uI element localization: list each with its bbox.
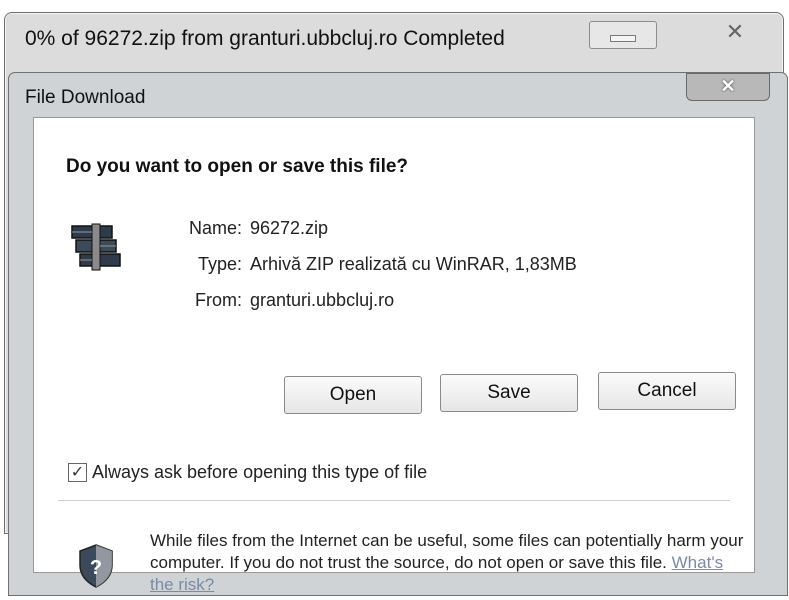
always-ask-checkbox[interactable]: ✓: [68, 463, 87, 482]
warning-text: While files from the Internet can be use…: [150, 531, 744, 572]
from-value: granturi.ubbcluj.ro: [250, 290, 395, 310]
separator: [58, 500, 730, 501]
close-icon[interactable]: ✕: [705, 17, 765, 47]
dialog-question: Do you want to open or save this file?: [66, 156, 409, 177]
svg-text:?: ?: [90, 557, 102, 579]
always-ask-label[interactable]: Always ask before opening this type of f…: [92, 462, 427, 483]
type-label: Type:: [197, 254, 242, 274]
save-button[interactable]: Save: [440, 374, 578, 412]
dialog-title: File Download: [25, 87, 146, 108]
type-value: Arhivă ZIP realizată cu WinRAR, 1,83MB: [250, 254, 577, 274]
shield-question-icon: ?: [79, 544, 113, 588]
minimize-button[interactable]: [589, 21, 657, 49]
cancel-button[interactable]: Cancel: [598, 372, 736, 410]
dialog-titlebar: File Download ✕: [9, 73, 787, 117]
winrar-archive-icon: [71, 223, 121, 271]
background-window-title: 0% of 96272.zip from granturi.ubbcluj.ro…: [25, 27, 505, 50]
dialog-body: Do you want to open or save this file? N…: [33, 117, 755, 594]
open-button[interactable]: Open: [284, 376, 422, 414]
from-label: From:: [195, 290, 242, 310]
name-value: 96272.zip: [250, 218, 329, 238]
close-icon: ✕: [720, 76, 736, 96]
security-warning: While files from the Internet can be use…: [150, 530, 746, 596]
minimize-icon: [610, 35, 636, 42]
dialog-close-button[interactable]: ✕: [686, 73, 770, 101]
file-download-dialog: File Download ✕ Do you want to open or s…: [8, 72, 788, 596]
name-label: Name:: [188, 218, 242, 238]
